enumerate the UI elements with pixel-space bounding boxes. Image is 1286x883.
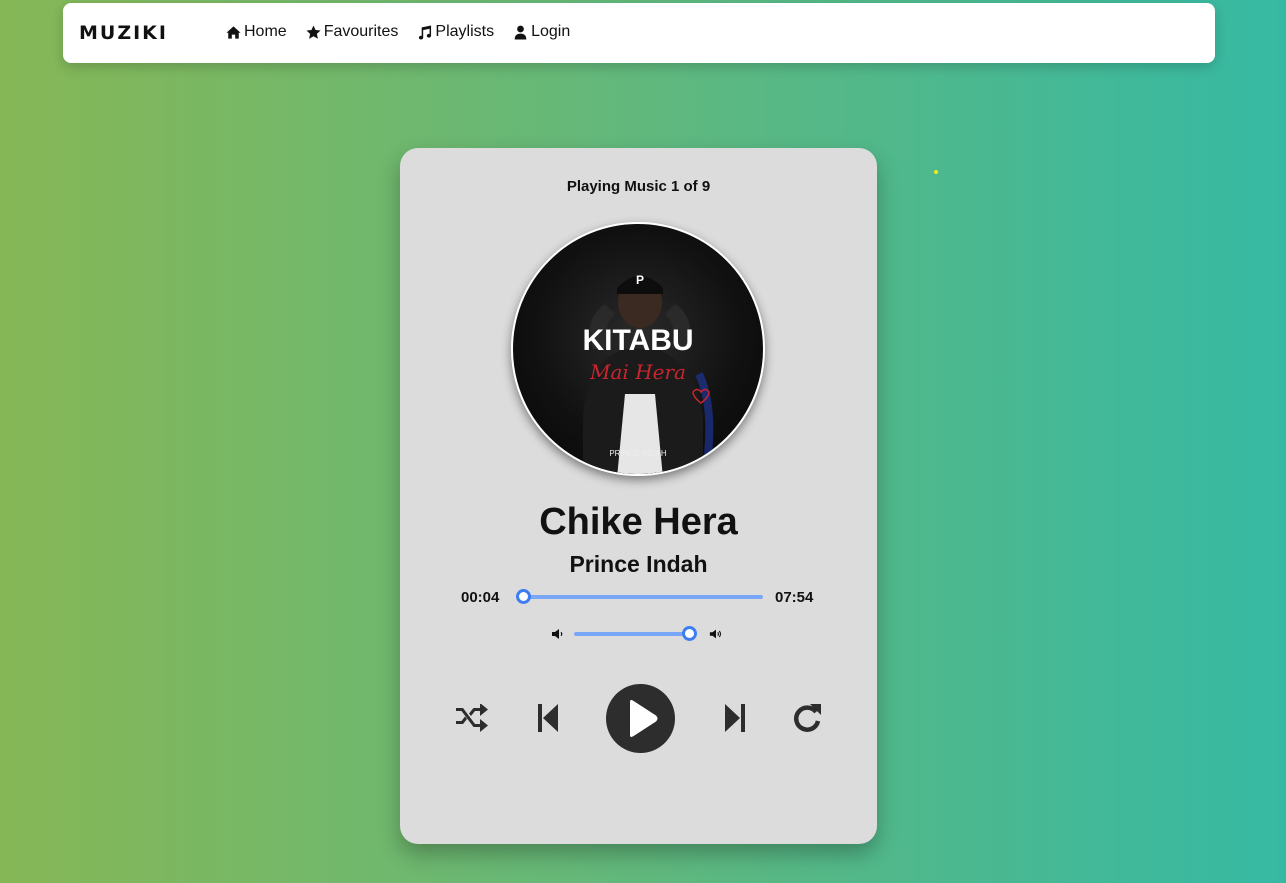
album-art: P KITABU Mai Hera PRINCE INDAH (511, 222, 765, 476)
album-art-script: Mai Hera (590, 360, 686, 384)
play-icon (630, 700, 658, 737)
artist-name: Prince Indah (569, 551, 708, 577)
next-button[interactable] (724, 703, 746, 733)
music-player-card: Playing Music 1 of 9 P KITABU Mai Hera P… (400, 148, 877, 844)
song-title: Chike Hera (539, 501, 738, 543)
volume-slider-thumb[interactable] (682, 626, 697, 641)
nav-home-link[interactable]: Home (226, 23, 287, 41)
volume-high-icon (709, 629, 721, 639)
brand-logo[interactable]: MUZIKI (79, 22, 168, 44)
nav-favourites-label: Favourites (323, 23, 399, 40)
play-button[interactable] (606, 684, 675, 753)
home-icon (226, 25, 241, 39)
nav-links: Home Favourites Playlists Login (226, 23, 589, 41)
user-icon (514, 25, 527, 40)
repeat-icon (794, 704, 821, 732)
music-icon (419, 24, 432, 40)
nav-playlists-link[interactable]: Playlists (417, 23, 494, 41)
progress-slider[interactable] (515, 589, 763, 604)
shuffle-button[interactable] (455, 704, 489, 732)
nav-playlists-label: Playlists (435, 23, 495, 40)
next-icon (725, 704, 745, 732)
decorative-dot (934, 170, 938, 174)
album-art-title: KITABU (582, 324, 694, 357)
now-playing-status: Playing Music 1 of 9 (566, 178, 711, 195)
nav-home-label: Home (244, 23, 287, 40)
volume-low-icon (552, 629, 563, 639)
volume-slider[interactable] (574, 626, 697, 641)
current-time: 00:04 (461, 589, 500, 606)
navbar: MUZIKI Home Favourites Playlists Login (63, 3, 1215, 63)
progress-slider-thumb[interactable] (515, 589, 531, 604)
duration: 07:54 (775, 589, 814, 606)
nav-login-label: Login (531, 23, 571, 40)
nav-favourites-link[interactable]: Favourites (306, 23, 399, 41)
album-art-artist: PRINCE INDAH (609, 449, 667, 458)
star-icon (306, 24, 321, 39)
svg-text:P: P (636, 273, 644, 287)
nav-login-link[interactable]: Login (513, 23, 570, 41)
previous-button[interactable] (537, 703, 559, 733)
repeat-button[interactable] (792, 703, 822, 733)
previous-icon (538, 704, 558, 732)
shuffle-icon (456, 704, 488, 732)
